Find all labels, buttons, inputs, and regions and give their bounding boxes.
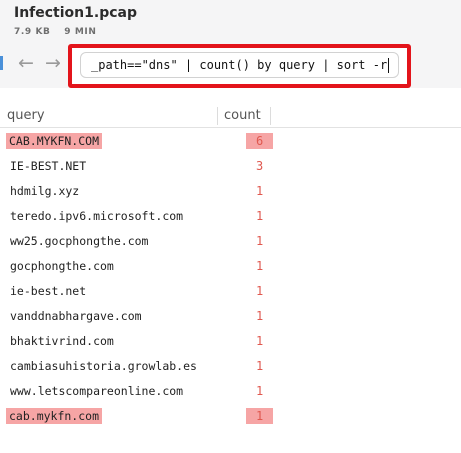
table-row[interactable]: www.letscompareonline.com 1 bbox=[0, 380, 461, 405]
table-row[interactable]: hdmilg.xyz 1 bbox=[0, 180, 461, 205]
count-cell[interactable]: 1 bbox=[256, 209, 263, 223]
query-value: ie-best.net bbox=[10, 284, 87, 298]
table-row[interactable]: CAB.MYKFN.COM 6 bbox=[0, 130, 461, 155]
query-value: www.letscompareonline.com bbox=[10, 384, 184, 398]
query-cell[interactable]: vanddnabhargave.com bbox=[10, 309, 142, 323]
active-tab-indicator bbox=[0, 56, 3, 70]
query-cell[interactable]: www.letscompareonline.com bbox=[10, 384, 183, 398]
query-cell[interactable]: gocphongthe.com bbox=[10, 259, 114, 273]
forward-arrow-icon[interactable]: → bbox=[45, 51, 61, 75]
count-cell[interactable]: 1 bbox=[256, 334, 263, 348]
text-caret bbox=[388, 57, 390, 73]
query-text: _path=="dns" | count() by query | sort -… bbox=[91, 58, 388, 72]
count-value: 1 bbox=[256, 259, 264, 273]
count-cell[interactable]: 6 bbox=[246, 133, 274, 149]
count-value: 6 bbox=[246, 133, 274, 149]
count-cell[interactable]: 1 bbox=[256, 309, 263, 323]
query-highlight-box: _path=="dns" | count() by query | sort -… bbox=[68, 44, 411, 88]
count-cell[interactable]: 1 bbox=[256, 259, 263, 273]
table-row[interactable]: gocphongthe.com 1 bbox=[0, 255, 461, 280]
query-value: hdmilg.xyz bbox=[10, 184, 80, 198]
count-value: 1 bbox=[256, 359, 264, 373]
query-cell[interactable]: IE-BEST.NET bbox=[10, 159, 86, 173]
query-cell[interactable]: bhaktivrind.com bbox=[10, 334, 114, 348]
count-value: 3 bbox=[256, 159, 264, 173]
count-value: 1 bbox=[256, 384, 264, 398]
count-value: 1 bbox=[256, 184, 264, 198]
query-value: CAB.MYKFN.COM bbox=[6, 133, 103, 149]
file-title: Infection1.pcap bbox=[14, 5, 137, 21]
column-resize-handle[interactable] bbox=[270, 107, 271, 125]
query-cell[interactable]: teredo.ipv6.microsoft.com bbox=[10, 209, 183, 223]
query-value: ww25.gocphongthe.com bbox=[10, 234, 149, 248]
query-value: cambiasuhistoria.growlab.es bbox=[10, 359, 197, 373]
count-value: 1 bbox=[256, 284, 264, 298]
table-row[interactable]: cambiasuhistoria.growlab.es 1 bbox=[0, 355, 461, 380]
query-input[interactable]: _path=="dns" | count() by query | sort -… bbox=[80, 52, 399, 78]
query-cell[interactable]: cab.mykfn.com bbox=[6, 408, 103, 424]
query-cell[interactable]: hdmilg.xyz bbox=[10, 184, 79, 198]
count-value: 1 bbox=[256, 209, 264, 223]
query-value: gocphongthe.com bbox=[10, 259, 114, 273]
table-row[interactable]: teredo.ipv6.microsoft.com 1 bbox=[0, 205, 461, 230]
count-cell[interactable]: 1 bbox=[256, 384, 263, 398]
query-cell[interactable]: ww25.gocphongthe.com bbox=[10, 234, 148, 248]
query-value: cab.mykfn.com bbox=[6, 408, 103, 424]
query-cell[interactable]: CAB.MYKFN.COM bbox=[6, 133, 103, 149]
app-header: Infection1.pcap 7.9 KB 9 MIN ← → _path==… bbox=[0, 0, 461, 88]
query-value: IE-BEST.NET bbox=[10, 159, 87, 173]
file-size: 7.9 KB bbox=[14, 27, 51, 37]
count-value: 1 bbox=[256, 334, 264, 348]
count-cell[interactable]: 1 bbox=[256, 234, 263, 248]
count-value: 1 bbox=[256, 309, 264, 323]
query-cell[interactable]: cambiasuhistoria.growlab.es bbox=[10, 359, 197, 373]
column-header-query[interactable]: query bbox=[7, 108, 45, 123]
count-cell[interactable]: 1 bbox=[256, 359, 263, 373]
column-resize-handle[interactable] bbox=[217, 107, 218, 125]
column-header-count[interactable]: count bbox=[224, 108, 261, 123]
table-row[interactable]: ie-best.net 1 bbox=[0, 280, 461, 305]
count-value: 1 bbox=[256, 234, 264, 248]
count-cell[interactable]: 1 bbox=[256, 284, 263, 298]
count-cell[interactable]: 1 bbox=[256, 184, 263, 198]
count-value: 1 bbox=[246, 408, 274, 424]
query-cell[interactable]: ie-best.net bbox=[10, 284, 86, 298]
query-value: bhaktivrind.com bbox=[10, 334, 114, 348]
table-row[interactable]: IE-BEST.NET 3 bbox=[0, 155, 461, 180]
table-row[interactable]: vanddnabhargave.com 1 bbox=[0, 305, 461, 330]
results-table: CAB.MYKFN.COM 6 IE-BEST.NET 3 hdmilg.xyz 1 ter… bbox=[0, 130, 461, 430]
file-duration: 9 MIN bbox=[64, 27, 97, 37]
table-row[interactable]: bhaktivrind.com 1 bbox=[0, 330, 461, 355]
table-header: query count bbox=[0, 105, 461, 128]
query-value: teredo.ipv6.microsoft.com bbox=[10, 209, 184, 223]
file-meta: 7.9 KB 9 MIN bbox=[14, 27, 96, 37]
count-cell[interactable]: 3 bbox=[256, 159, 263, 173]
table-row[interactable]: cab.mykfn.com 1 bbox=[0, 405, 461, 430]
table-row[interactable]: ww25.gocphongthe.com 1 bbox=[0, 230, 461, 255]
back-arrow-icon[interactable]: ← bbox=[18, 51, 34, 75]
query-value: vanddnabhargave.com bbox=[10, 309, 142, 323]
count-cell[interactable]: 1 bbox=[246, 408, 274, 424]
